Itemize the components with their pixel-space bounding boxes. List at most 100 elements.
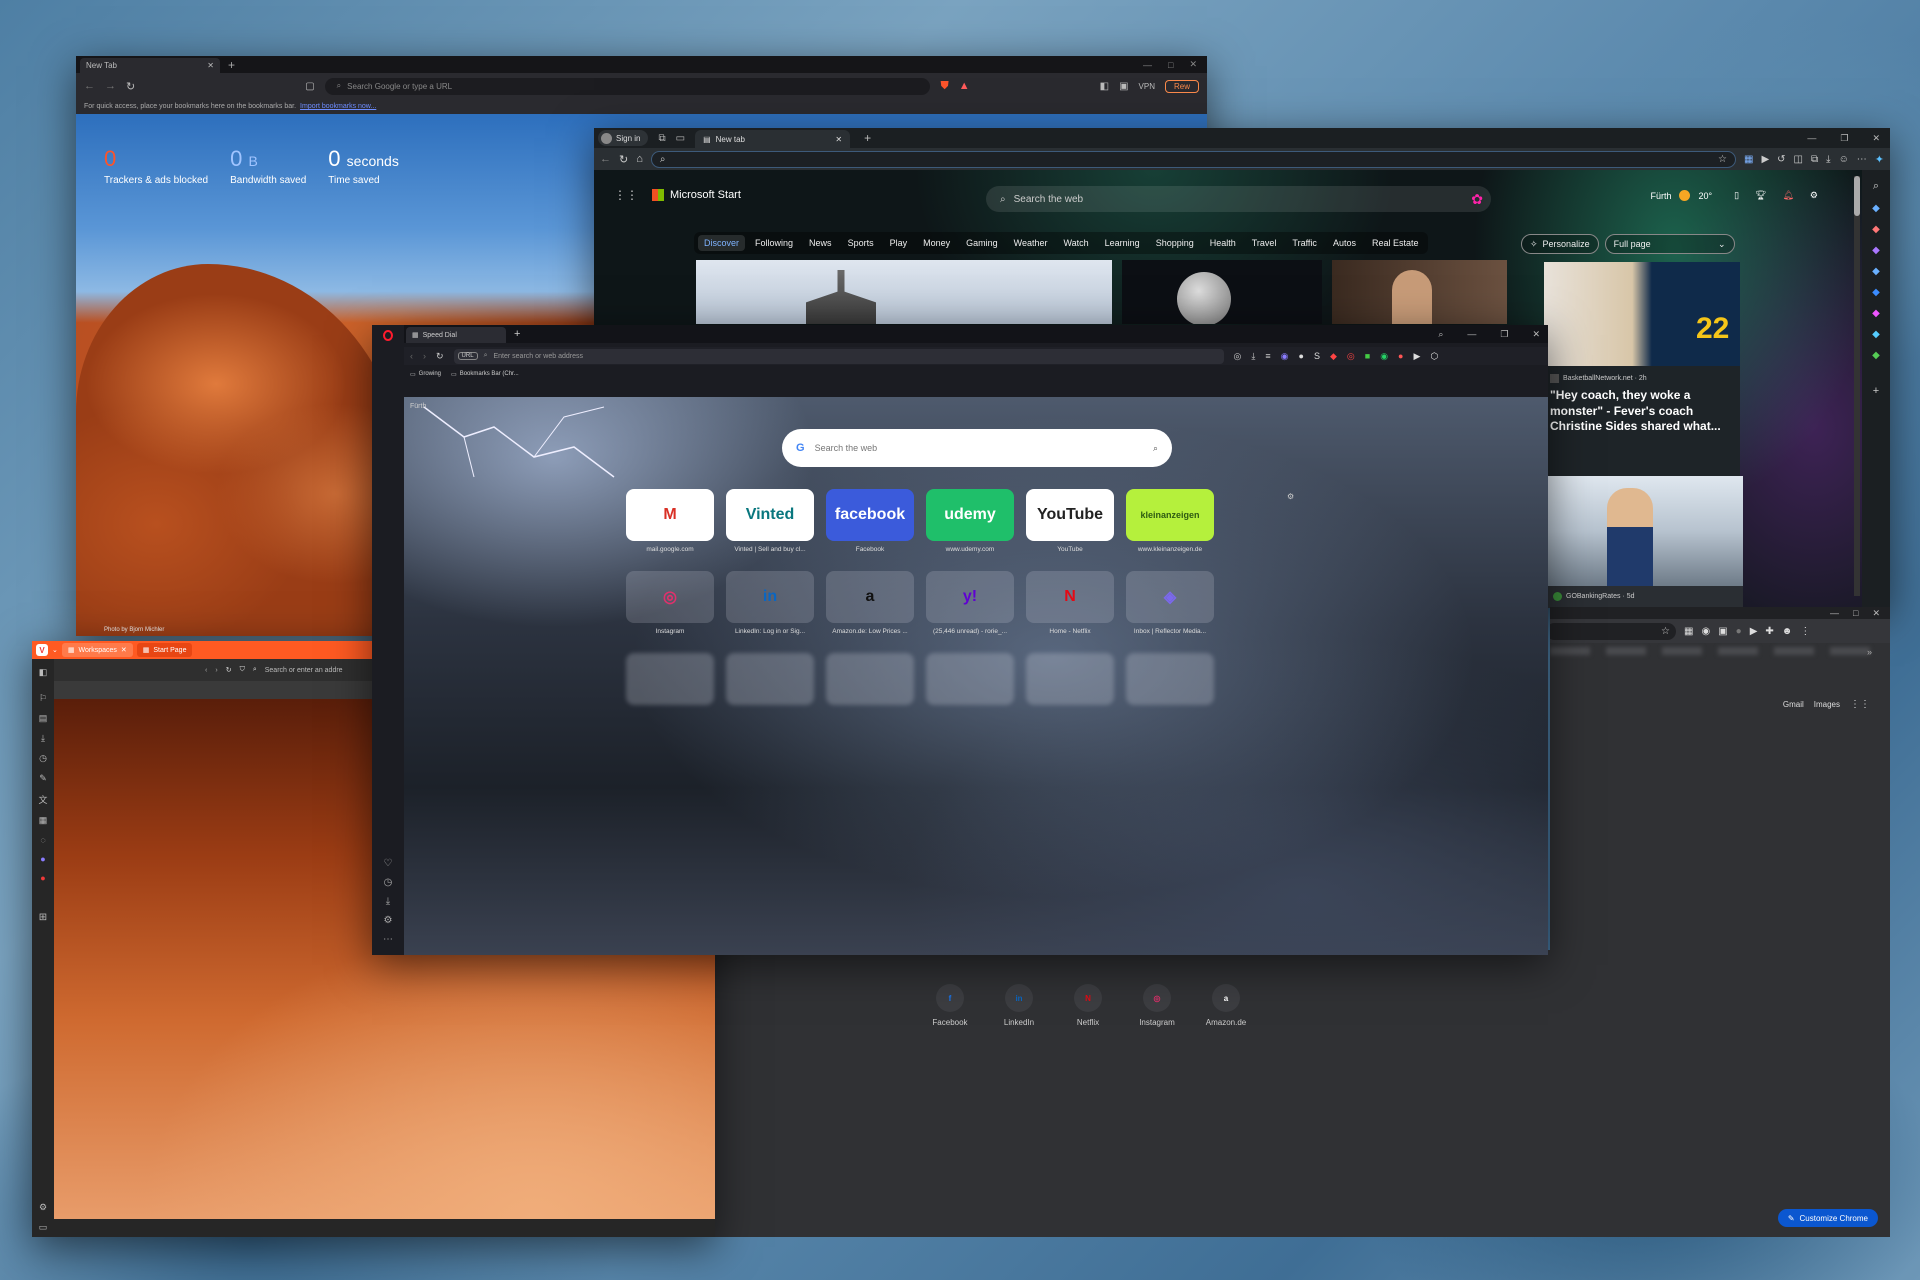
- minimize-icon[interactable]: —: [1467, 329, 1476, 339]
- maximize-icon[interactable]: □: [1168, 60, 1173, 70]
- extensions-cube-icon[interactable]: ⬡: [1430, 351, 1438, 362]
- profile-avatar-icon[interactable]: ☻: [1782, 626, 1793, 637]
- extension-icon[interactable]: ▦: [1684, 626, 1693, 637]
- tab-sports[interactable]: Sports: [842, 235, 880, 251]
- extension-icon[interactable]: ▣: [1718, 626, 1727, 637]
- restore-icon[interactable]: ❐: [1840, 133, 1848, 144]
- notes-icon[interactable]: ✎: [39, 773, 47, 784]
- speed-dial-tile[interactable]: [1126, 653, 1214, 705]
- bookmarks-icon[interactable]: ⚐: [39, 693, 47, 704]
- chrome-shortcut-amazonde[interactable]: a Amazon.de: [1196, 984, 1256, 1027]
- speed-dial-item[interactable]: ◈ Inbox | Reflector Media...: [1126, 571, 1214, 635]
- forward-icon[interactable]: ›: [423, 351, 426, 361]
- split-screen-icon[interactable]: ◫: [1794, 154, 1803, 165]
- speed-dial-tile[interactable]: kleinanzeigen: [1126, 489, 1214, 541]
- extensions-puzzle-icon[interactable]: ✚: [1765, 626, 1773, 637]
- photo-credit[interactable]: Photo by Bjorn Michler: [104, 627, 164, 633]
- restore-icon[interactable]: ❐: [1500, 329, 1508, 340]
- extension-icon[interactable]: ◉: [1701, 626, 1710, 637]
- wallet-icon[interactable]: ▣: [1119, 81, 1128, 92]
- status-bar-icon[interactable]: ▭: [39, 1222, 48, 1233]
- office-icon[interactable]: ◆: [1872, 266, 1880, 277]
- menu-icon[interactable]: ≡: [1265, 351, 1270, 361]
- reading-list-icon[interactable]: ▤: [39, 713, 48, 724]
- feedback-icon[interactable]: ☺: [1839, 154, 1849, 165]
- settings-gear-icon[interactable]: ⚙: [384, 915, 393, 926]
- speed-dial-item[interactable]: [726, 653, 814, 710]
- downloads-icon[interactable]: ⤓: [1826, 154, 1830, 165]
- brave-rewards-icon[interactable]: ▲: [959, 80, 970, 92]
- collections-icon[interactable]: ⧉: [1811, 154, 1818, 165]
- ms-start-brand[interactable]: ⋮⋮ Microsoft Start: [614, 188, 741, 202]
- tab-shopping[interactable]: Shopping: [1150, 235, 1200, 251]
- close-icon[interactable]: ✕: [121, 646, 127, 654]
- extension-icon[interactable]: ●: [1398, 351, 1403, 361]
- mastodon-icon[interactable]: ●: [40, 854, 45, 864]
- speed-dial-tile[interactable]: ◈: [1126, 571, 1214, 623]
- chevron-right-icon[interactable]: »: [1867, 647, 1872, 657]
- settings-gear-icon[interactable]: ⚙: [1810, 190, 1818, 201]
- speed-dial-tile[interactable]: M: [626, 489, 714, 541]
- vivaldi-logo-icon[interactable]: V: [36, 644, 48, 656]
- tab-health[interactable]: Health: [1204, 235, 1242, 251]
- speed-dial-item[interactable]: [626, 653, 714, 710]
- forward-icon[interactable]: ›: [215, 667, 217, 674]
- opera-address-bar[interactable]: URL ⌕ Enter search or web address: [453, 348, 1224, 364]
- tab-start-page[interactable]: ▦ Start Page: [136, 643, 193, 657]
- speed-dial-item[interactable]: Vinted Vinted | Sell and buy cl...: [726, 489, 814, 553]
- layout-select[interactable]: Full page ⌄: [1604, 234, 1735, 254]
- bookmark-star-icon[interactable]: ☆: [1661, 626, 1670, 637]
- speed-dial-item[interactable]: ◎ Instagram: [626, 571, 714, 635]
- news-card-man[interactable]: [1332, 260, 1507, 324]
- designer-icon[interactable]: ◆: [1872, 308, 1880, 319]
- rewards-button[interactable]: Rew: [1164, 79, 1199, 93]
- chrome-shortcut-facebook[interactable]: f Facebook: [920, 984, 980, 1027]
- tab-watch[interactable]: Watch: [1057, 235, 1094, 251]
- tab-autos[interactable]: Autos: [1327, 235, 1362, 251]
- tab-play[interactable]: Play: [884, 235, 914, 251]
- chrome-shortcut-linkedin[interactable]: in LinkedIn: [989, 984, 1049, 1027]
- back-icon[interactable]: ←: [84, 80, 95, 92]
- tab-real-estate[interactable]: Real Estate: [1366, 235, 1425, 251]
- bookmark-folder-bookmarks-bar[interactable]: ▭ Bookmarks Bar (Chr...: [451, 371, 519, 378]
- speed-dial-tile[interactable]: [826, 653, 914, 705]
- speed-dial-tile[interactable]: Vinted: [726, 489, 814, 541]
- close-window-icon[interactable]: ✕: [1872, 608, 1880, 619]
- speed-dial-item[interactable]: in LinkedIn: Log in or Sig...: [726, 571, 814, 635]
- customize-chrome-button[interactable]: ✎ Customize Chrome: [1777, 1209, 1878, 1227]
- reload-icon[interactable]: ↻: [619, 153, 628, 166]
- tree-icon[interactable]: ◆: [1872, 350, 1880, 361]
- brave-tab-new-tab[interactable]: New Tab ✕: [80, 58, 220, 73]
- bookmark-icon[interactable]: ▢: [305, 81, 314, 92]
- heart-icon[interactable]: ♡: [384, 858, 393, 869]
- extension-icon[interactable]: ■: [1365, 351, 1370, 361]
- extension-icon[interactable]: S: [1314, 351, 1320, 361]
- rewards-trophy-icon[interactable]: 🏆︎: [1755, 190, 1766, 201]
- speed-dial-tile[interactable]: N: [1026, 571, 1114, 623]
- speed-dial-item[interactable]: [1126, 653, 1214, 710]
- weather-widget[interactable]: Fürth 20° ▯ 🏆︎ 🔔︎ ⚙: [1650, 190, 1818, 201]
- brave-shield-icon[interactable]: ⛊: [940, 80, 948, 93]
- speed-dial-tile[interactable]: [1026, 653, 1114, 705]
- copilot-icon[interactable]: ✦: [1875, 153, 1884, 166]
- search-icon[interactable]: ⌕: [1873, 180, 1879, 193]
- gmail-link[interactable]: Gmail: [1783, 700, 1804, 709]
- maximize-icon[interactable]: □: [1853, 608, 1858, 618]
- sidebar-icon[interactable]: ◧: [1100, 81, 1109, 92]
- home-icon[interactable]: ⌂: [636, 153, 643, 165]
- media-icon[interactable]: ▶: [1761, 154, 1769, 165]
- images-link[interactable]: Images: [1814, 700, 1840, 709]
- tools-icon[interactable]: ◆: [1872, 224, 1880, 235]
- downloads-icon[interactable]: ⤓: [41, 733, 45, 744]
- speed-dial-item[interactable]: y! (25,446 unread) - rorie_...: [926, 571, 1014, 635]
- minimize-icon[interactable]: —: [1143, 60, 1152, 70]
- calendar-icon[interactable]: ▦: [39, 815, 48, 826]
- new-tab-plus-icon[interactable]: +: [514, 328, 520, 340]
- vivaldi-url-placeholder[interactable]: Search or enter an addre: [265, 667, 343, 674]
- news-card-moon[interactable]: [1122, 260, 1322, 324]
- tab-learning[interactable]: Learning: [1099, 235, 1146, 251]
- close-icon[interactable]: ✕: [835, 135, 842, 144]
- reload-icon[interactable]: ↻: [226, 666, 232, 674]
- add-icon[interactable]: +: [1873, 385, 1879, 397]
- speed-dial-tile[interactable]: [926, 653, 1014, 705]
